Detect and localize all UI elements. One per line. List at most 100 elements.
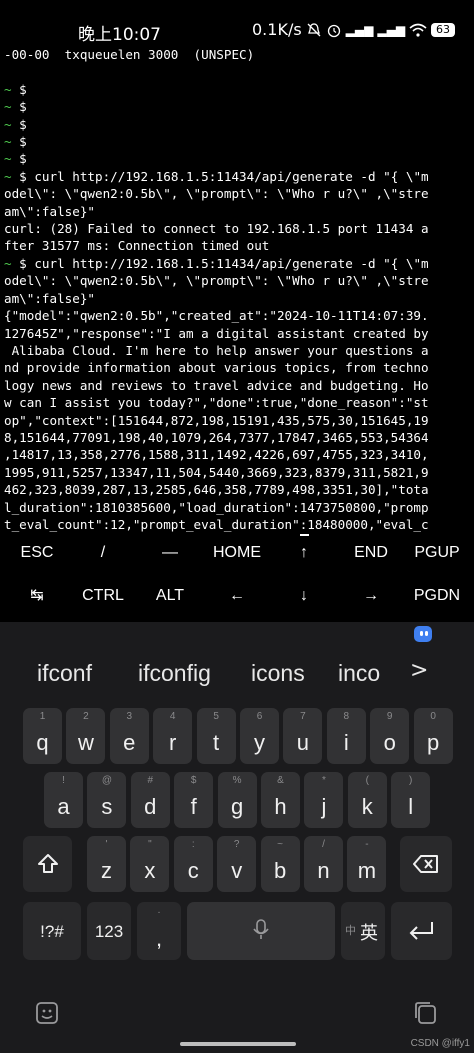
key-label: 123 xyxy=(94,922,124,941)
suggestion-item[interactable]: ifconf xyxy=(37,660,92,687)
wifi-icon xyxy=(409,23,427,37)
key-n[interactable]: / n xyxy=(304,836,343,892)
suggestion-item[interactable]: icons xyxy=(251,660,305,687)
key-label: a xyxy=(57,794,70,819)
extra-key-home[interactable]: HOME xyxy=(203,536,271,570)
key-b[interactable]: ~ b xyxy=(260,836,300,892)
key-label: x xyxy=(144,858,156,883)
key-i[interactable]: 8i xyxy=(326,708,366,764)
key-r[interactable]: 4r xyxy=(153,708,193,764)
terminal-line: odel\": \"qwen2:0.5b\", \"prompt\": \"Wh… xyxy=(4,186,429,202)
key-hint: 6 xyxy=(256,711,263,722)
extra-key-[interactable]: ↑ xyxy=(270,536,338,570)
key-q[interactable]: 1q xyxy=(23,708,62,764)
key-g[interactable]: % g xyxy=(217,772,257,828)
extra-key-pgdn[interactable]: PGDN xyxy=(403,579,471,613)
suggestion-item[interactable]: inco xyxy=(338,660,380,687)
terminal-line: 8,151644,77091,198,40,1079,264,7377,1784… xyxy=(4,429,429,445)
key-l[interactable]: ) l xyxy=(391,772,431,828)
extra-key-alt[interactable]: ALT xyxy=(136,579,204,613)
battery-icon: 63 xyxy=(431,22,456,37)
key-w[interactable]: 2w xyxy=(66,708,106,764)
key-label: w xyxy=(77,730,94,755)
key-m[interactable]: -m xyxy=(347,836,387,892)
key-label: y xyxy=(254,730,265,755)
suggestion-more-icon[interactable]: > xyxy=(410,658,428,683)
extra-key-ctrl[interactable]: CTRL xyxy=(69,579,137,613)
key-f[interactable]: $ f xyxy=(174,772,214,828)
key-h[interactable]: & h xyxy=(261,772,300,828)
extra-key-[interactable]: ← xyxy=(203,579,271,613)
extra-key-[interactable]: / xyxy=(69,536,137,570)
terminal-line: 1995,911,5257,13347,11,504,5440,3669,323… xyxy=(4,464,429,480)
extra-key-esc[interactable]: ESC xyxy=(3,536,71,570)
key-u[interactable]: 7u xyxy=(283,708,323,764)
key-e[interactable]: 3e xyxy=(109,708,149,764)
key-label: h xyxy=(274,794,287,819)
key-s[interactable]: @ s xyxy=(87,772,127,828)
extra-key-[interactable]: — xyxy=(136,536,204,570)
terminal-line: Alibaba Cloud. I'm here to help answer y… xyxy=(4,342,429,358)
shift-key[interactable] xyxy=(23,836,72,892)
status-bar: 晚上10:07 0.1K/s ▂▄▆ ▂▄▆ 63 xyxy=(0,0,474,45)
key-label: r xyxy=(169,730,177,755)
key-y[interactable]: 6y xyxy=(240,708,279,764)
key-label: f xyxy=(190,794,197,819)
key-hint: 5 xyxy=(213,711,219,722)
enter-key[interactable] xyxy=(391,902,452,960)
emoji-icon[interactable] xyxy=(34,1000,60,1026)
key-hint: ? xyxy=(233,839,240,850)
symbols-key[interactable]: !?# xyxy=(23,902,81,960)
key-z[interactable]: ' z xyxy=(87,836,126,892)
terminal-line: fter 31577 ms: Connection timed out xyxy=(4,238,270,254)
terminal-line: ~ $ xyxy=(4,99,27,115)
key-label: t xyxy=(213,730,220,755)
key-label: c xyxy=(187,858,199,883)
space-key[interactable] xyxy=(187,902,335,960)
terminal-line: w can I assist you today?","done":true,"… xyxy=(4,395,429,411)
key-hint: : xyxy=(191,839,195,850)
key-p[interactable]: 0p xyxy=(413,708,453,764)
key-d[interactable]: # d xyxy=(130,772,170,828)
punctuation-key[interactable]: ., xyxy=(137,902,181,960)
extra-key-end[interactable]: END xyxy=(337,536,405,570)
key-label: u xyxy=(296,730,310,755)
key-c[interactable]: :c xyxy=(173,836,213,892)
key-label: n xyxy=(317,858,330,883)
key-v[interactable]: ? v xyxy=(217,836,257,892)
key-a[interactable]: ! a xyxy=(44,772,83,828)
key-hint: 4 xyxy=(169,711,176,722)
terminal-output[interactable]: -00-00 txqueuelen 3000 (UNSPEC) ~ $ ~ $ ~ … xyxy=(4,46,472,551)
key-label: j xyxy=(321,794,327,819)
key-x[interactable]: " x xyxy=(130,836,170,892)
terminal-line: am\":false}" xyxy=(4,203,95,219)
terminal-line: curl: (28) Failed to connect to 192.168.… xyxy=(4,221,429,237)
key-j[interactable]: * j xyxy=(304,772,344,828)
net-speed: 0.1K/s xyxy=(252,20,302,39)
key-label: m xyxy=(357,858,377,883)
key-hint: / xyxy=(322,839,325,850)
key-hint: 3 xyxy=(126,711,133,722)
home-indicator[interactable] xyxy=(180,1042,296,1046)
key-t[interactable]: 5t xyxy=(196,708,236,764)
extra-key-[interactable]: → xyxy=(337,579,405,613)
key-label: l xyxy=(408,794,414,819)
extra-key-[interactable]: ↹ xyxy=(3,579,71,613)
suggestion-item[interactable]: ifconfig xyxy=(138,660,211,687)
clipboard-icon[interactable] xyxy=(413,1000,439,1026)
key-label: v xyxy=(231,858,243,883)
key-o[interactable]: 9o xyxy=(370,708,410,764)
backspace-key[interactable] xyxy=(400,836,452,892)
mic-icon xyxy=(253,919,269,939)
language-key[interactable]: 中英 xyxy=(341,902,385,960)
extra-key-pgup[interactable]: PGUP xyxy=(403,536,471,570)
extra-key-[interactable]: ↓ xyxy=(270,579,338,613)
key-hint: ( xyxy=(365,775,369,786)
soft-keyboard: ifconf ifconfig icons inco > 1q2w3e4r5t6y7u… xyxy=(0,622,474,1053)
numbers-key[interactable]: 123 xyxy=(87,902,131,960)
extra-keys-bar: ESC / — HOME ↑ END PGUP ↹ CTRL ALT ← ↓ → PGDN xyxy=(0,536,474,622)
keyboard-assistant-icon[interactable] xyxy=(410,622,436,642)
key-hint: " xyxy=(148,839,152,850)
key-k[interactable]: (k xyxy=(347,772,387,828)
